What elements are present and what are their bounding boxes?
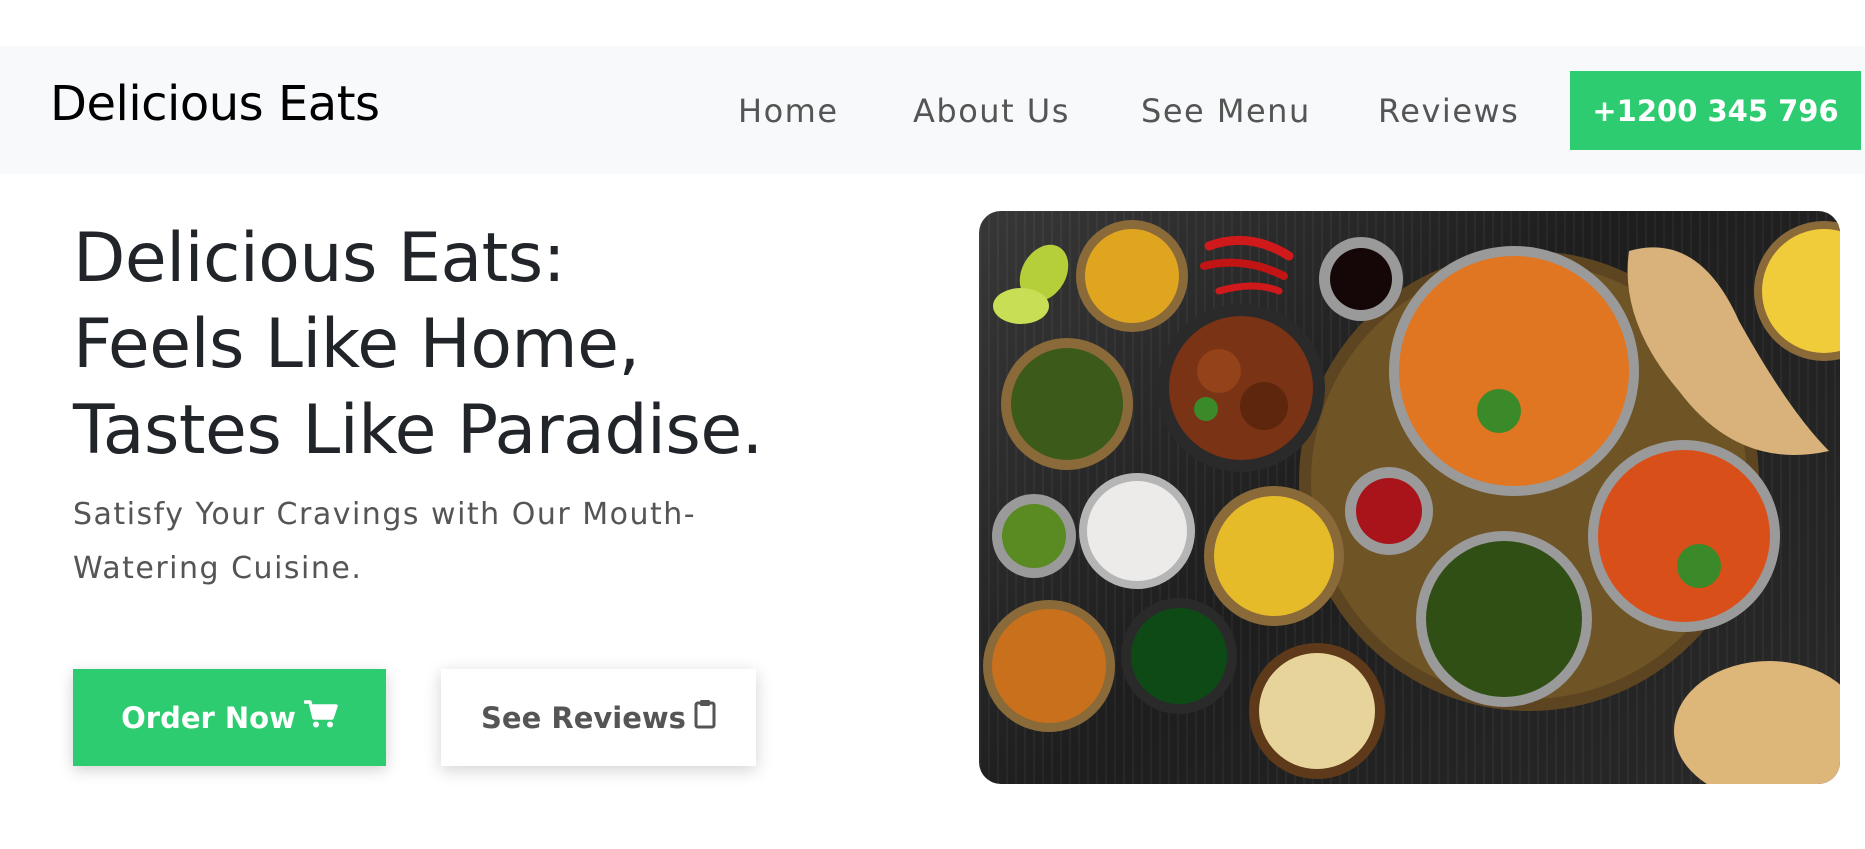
- nav-link-see-menu[interactable]: See Menu: [1141, 92, 1311, 130]
- phone-button-label: +1200 345 796: [1592, 93, 1839, 128]
- nav-link-home[interactable]: Home: [738, 92, 839, 130]
- food-spread-image: [979, 211, 1840, 784]
- navbar: Delicious Eats Home About Us See Menu Re…: [0, 46, 1865, 174]
- nav-link-reviews[interactable]: Reviews: [1378, 92, 1519, 130]
- hero-title-line-1: Delicious Eats:: [73, 219, 566, 298]
- hero-title-line-2: Feels Like Home,: [73, 305, 640, 384]
- cart-icon: [303, 699, 338, 736]
- hero-subtitle: Satisfy Your Cravings with Our Mouth-Wat…: [73, 497, 697, 586]
- order-now-button[interactable]: Order Now: [73, 669, 386, 766]
- hero-title-line-3: Tastes Like Paradise.: [73, 391, 763, 470]
- order-now-label: Order Now: [121, 700, 296, 735]
- see-reviews-label: See Reviews: [481, 700, 686, 735]
- brand-logo[interactable]: Delicious Eats: [50, 76, 380, 134]
- hero-title: Delicious Eats: Feels Like Home, Tastes …: [73, 216, 893, 474]
- nav-link-about-us[interactable]: About Us: [913, 92, 1070, 130]
- see-reviews-button[interactable]: See Reviews: [441, 669, 756, 766]
- page: Delicious Eats Home About Us See Menu Re…: [0, 0, 1865, 849]
- clipboard-icon: [694, 699, 716, 736]
- phone-button[interactable]: +1200 345 796: [1570, 71, 1861, 150]
